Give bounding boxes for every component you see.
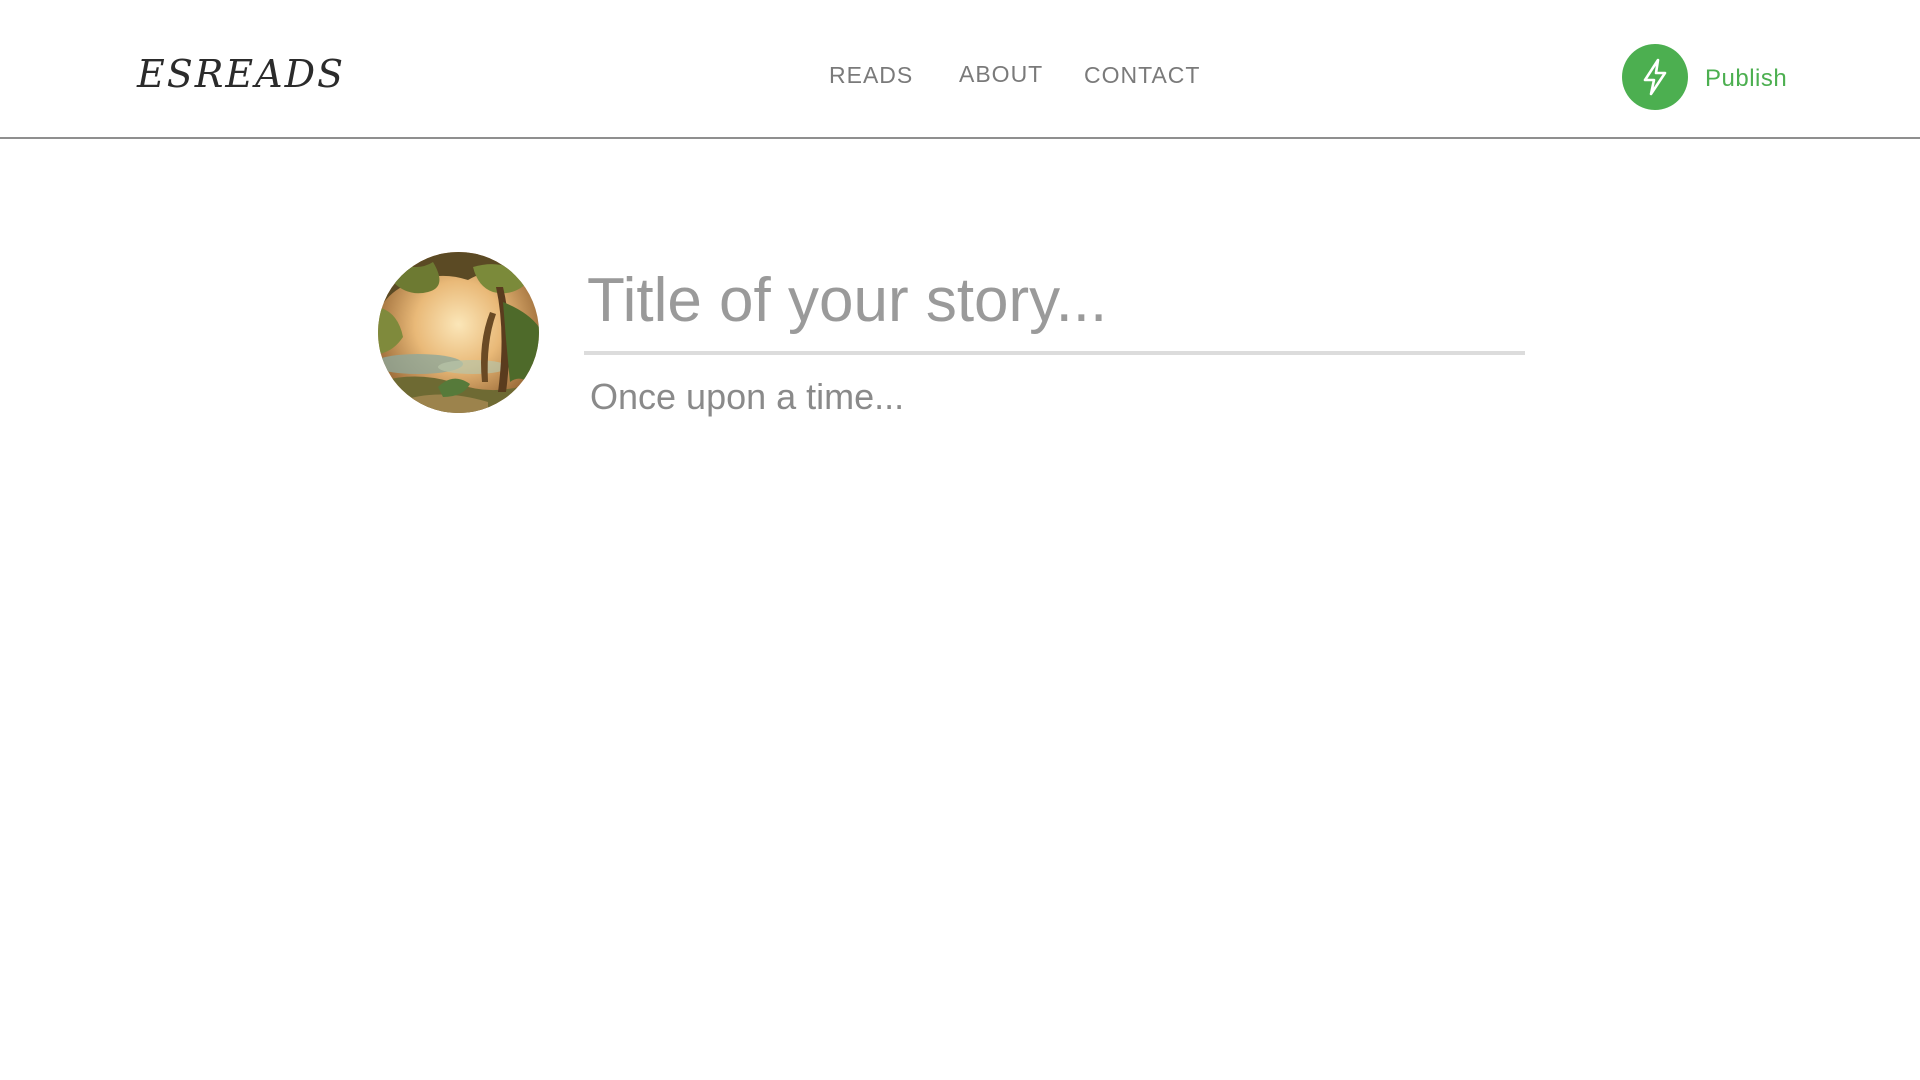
story-title-input[interactable]: [584, 250, 1525, 355]
landscape-painting-image: [378, 252, 539, 413]
publish-icon-circle[interactable]: [1622, 44, 1688, 110]
story-body-input[interactable]: [584, 372, 1525, 432]
story-cover-avatar[interactable]: [378, 252, 539, 413]
top-header: ESREADS READS ABOUT CONTACT Publish: [0, 0, 1920, 139]
nav-link-about[interactable]: ABOUT: [959, 63, 1043, 86]
publish-label[interactable]: Publish: [1705, 65, 1787, 93]
lightning-bolt-icon: [1643, 58, 1667, 96]
nav-link-reads[interactable]: READS: [829, 64, 913, 87]
nav-link-contact[interactable]: CONTACT: [1084, 64, 1200, 87]
publish-button[interactable]: Publish: [1622, 44, 1787, 110]
site-logo[interactable]: ESREADS: [137, 55, 345, 93]
